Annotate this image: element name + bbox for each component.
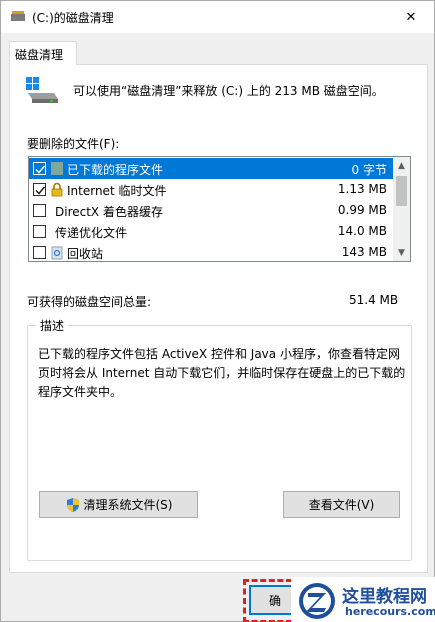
checkbox-internet-temp-files[interactable] (33, 183, 46, 196)
files-to-delete-label: 要删除的文件(F): (27, 137, 120, 151)
file-name: Internet 临时文件 (67, 184, 167, 198)
scroll-thumb[interactable] (396, 176, 407, 206)
files-to-delete-list[interactable]: 已下载的程序文件 0 字节 Internet 临时文件 1.13 MB Dire… (28, 156, 411, 262)
close-button[interactable]: ✕ (388, 1, 434, 33)
folder-icon (51, 162, 63, 175)
site-watermark: 这里教程网 herecours.com (291, 577, 435, 622)
file-name: 已下载的程序文件 (67, 163, 164, 177)
ok-button-label: 确 (268, 593, 281, 608)
close-icon: ✕ (405, 9, 417, 25)
file-row-recycle-bin[interactable]: 回收站 143 MB (29, 242, 393, 261)
hard-drive-icon (26, 77, 58, 103)
title-bar[interactable]: (C:)的磁盘清理 ✕ (1, 1, 434, 33)
clean-up-system-files-label: 清理系统文件(S) (83, 498, 173, 512)
file-size: 0 字节 (351, 163, 387, 177)
clean-up-system-files-button[interactable]: 清理系统文件(S) (39, 491, 198, 518)
disk-cleanup-window: (C:)的磁盘清理 ✕ 磁盘清理 可以使用“磁盘清理”来释放 (C:) 上的 2… (0, 0, 435, 622)
file-list-scrollbar[interactable]: ▲ ▼ (393, 157, 410, 261)
file-name: 传递优化文件 (55, 226, 128, 240)
tab-panel: 可以使用“磁盘清理”来释放 (C:) 上的 213 MB 磁盘空间。 要删除的文… (9, 64, 428, 573)
total-gain-value: 51.4 MB (349, 293, 399, 307)
file-size: 1.13 MB (337, 182, 387, 196)
file-name: DirectX 着色器缓存 (55, 205, 163, 219)
checkbox-directx-shader-cache[interactable] (33, 204, 46, 217)
file-name: 回收站 (67, 247, 104, 261)
checkbox-downloaded-program-files[interactable] (33, 162, 46, 175)
checkbox-recycle-bin[interactable] (33, 246, 46, 259)
reclaimable-space-text: 可以使用“磁盘清理”来释放 (C:) 上的 213 MB 磁盘空间。 (73, 84, 384, 98)
total-gain-label: 可获得的磁盘空间总量: (27, 295, 152, 309)
checkbox-delivery-optimization-files[interactable] (33, 225, 46, 238)
check-icon (35, 165, 46, 174)
view-files-button[interactable]: 查看文件(V) (283, 491, 400, 518)
tab-disk-cleanup[interactable]: 磁盘清理 (9, 41, 77, 65)
description-text: 已下载的程序文件包括 ActiveX 控件和 Java 小程序，你查看特定网页时… (38, 347, 406, 399)
window-title: (C:)的磁盘清理 (32, 11, 114, 25)
uac-shield-icon (66, 497, 79, 512)
file-row-internet-temp-files[interactable]: Internet 临时文件 1.13 MB (29, 179, 393, 200)
recycle-bin-icon (51, 246, 63, 260)
watermark-url: herecours.com (345, 605, 435, 618)
file-size: 143 MB (341, 245, 387, 259)
lock-icon (51, 182, 63, 197)
watermark-logo-icon (299, 583, 335, 619)
check-icon (35, 186, 46, 195)
file-row-delivery-optimization-files[interactable]: 传递优化文件 14.0 MB (29, 221, 393, 242)
file-size: 0.99 MB (337, 203, 387, 217)
file-size: 14.0 MB (337, 224, 387, 238)
file-row-directx-shader-cache[interactable]: DirectX 着色器缓存 0.99 MB (29, 200, 393, 221)
watermark-title: 这里教程网 (342, 587, 427, 607)
disk-cleanup-app-icon (11, 11, 25, 21)
scroll-up-icon[interactable]: ▲ (393, 157, 410, 174)
tab-label: 磁盘清理 (15, 48, 64, 62)
view-files-label: 查看文件(V) (308, 498, 375, 512)
description-legend: 描述 (36, 317, 69, 334)
scroll-down-icon[interactable]: ▼ (393, 244, 410, 261)
description-group: 描述 已下载的程序文件包括 ActiveX 控件和 Java 小程序，你查看特定… (27, 317, 412, 561)
file-row-downloaded-program-files[interactable]: 已下载的程序文件 0 字节 (29, 158, 393, 179)
